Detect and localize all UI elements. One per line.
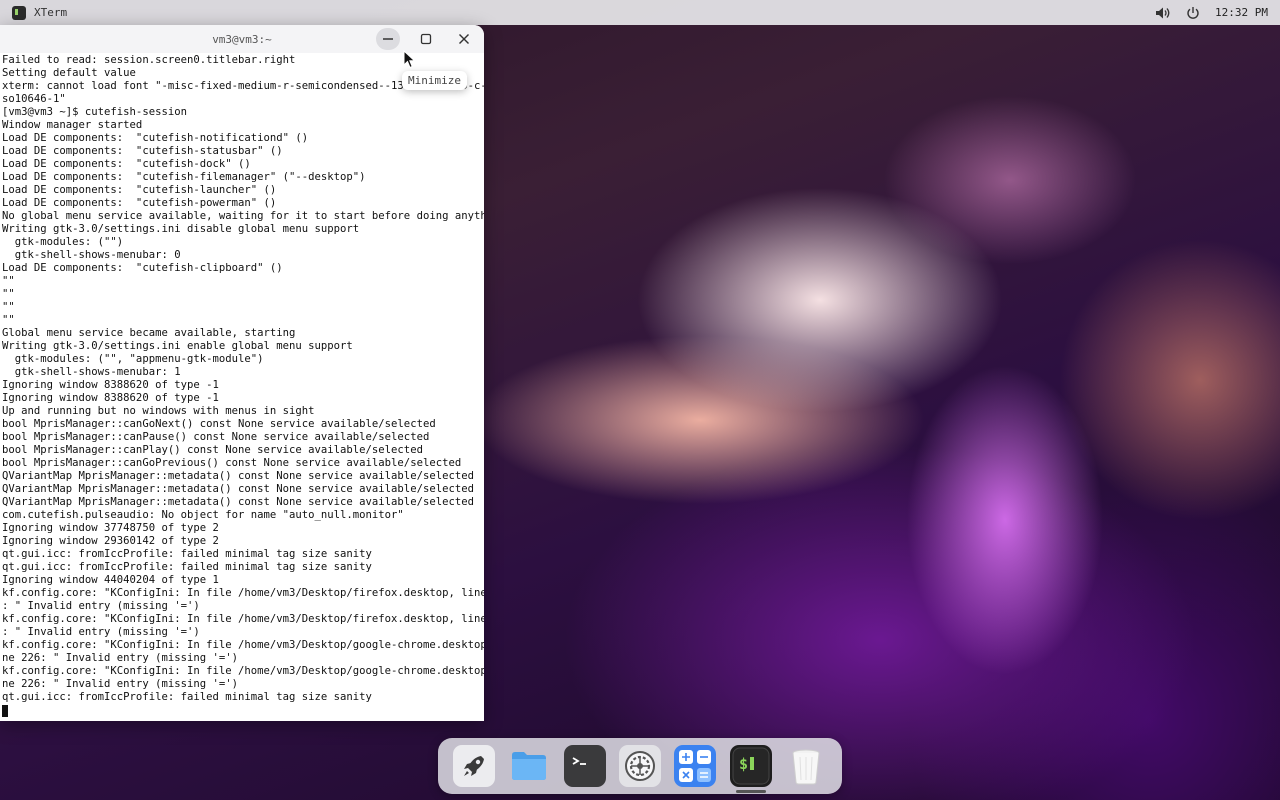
terminal-line: kf.config.core: "KConfigIni: In file /ho… xyxy=(2,613,484,625)
terminal-line: Load DE components: "cutefish-notificati… xyxy=(2,132,309,144)
terminal-line: ne 226: " Invalid entry (missing '=') xyxy=(2,678,238,690)
terminal-line: : " Invalid entry (missing '=') xyxy=(2,600,200,612)
terminal-icon xyxy=(563,745,606,787)
xterm-icon: $ xyxy=(729,745,772,787)
terminal-line: Ignoring window 44040204 of type 1 xyxy=(2,574,219,586)
terminal-line: Ignoring window 29360142 of type 2 xyxy=(2,535,219,547)
terminal-line: gtk-modules: ("") xyxy=(2,236,124,248)
terminal-line: "" xyxy=(2,275,15,287)
terminal-line: gtk-shell-shows-menubar: 1 xyxy=(2,366,181,378)
terminal-line: "" xyxy=(2,314,15,326)
minimize-icon xyxy=(383,38,393,40)
close-icon xyxy=(459,34,469,44)
window-controls xyxy=(376,28,476,50)
terminal-line: bool MprisManager::canPause() const None… xyxy=(2,431,430,443)
dock-item-settings[interactable] xyxy=(618,745,661,787)
terminal-line: QVariantMap MprisManager::metadata() con… xyxy=(2,483,474,495)
svg-text:$: $ xyxy=(739,755,748,773)
window-title: vm3@vm3:~ xyxy=(212,32,272,46)
terminal-line: gtk-shell-shows-menubar: 0 xyxy=(2,249,181,261)
close-button[interactable] xyxy=(452,28,476,50)
terminal-line: QVariantMap MprisManager::metadata() con… xyxy=(2,470,474,482)
top-panel: XTerm 12:32 PM xyxy=(0,0,1280,25)
minimize-tooltip: Minimize xyxy=(402,71,467,90)
files-icon xyxy=(512,752,547,780)
dock-item-xterm[interactable]: $ xyxy=(729,745,772,793)
terminal-output[interactable]: Failed to read: session.screen0.titlebar… xyxy=(0,54,484,721)
terminal-line: : " Invalid entry (missing '=') xyxy=(2,626,200,638)
terminal-line: Load DE components: "cutefish-dock" () xyxy=(2,158,251,170)
terminal-line: QVariantMap MprisManager::metadata() con… xyxy=(2,496,474,508)
dock-item-calculator[interactable] xyxy=(674,745,717,787)
terminal-line: Ignoring window 8388620 of type -1 xyxy=(2,379,219,391)
dock-item-launcher[interactable] xyxy=(452,745,495,787)
terminal-line: Load DE components: "cutefish-filemanage… xyxy=(2,171,366,183)
terminal-line: Load DE components: "cutefish-statusbar"… xyxy=(2,145,283,157)
dock-item-terminal[interactable] xyxy=(563,745,606,787)
system-tray: 12:32 PM xyxy=(1155,5,1268,21)
active-app-name: XTerm xyxy=(34,6,68,19)
terminal-line: ne 226: " Invalid entry (missing '=') xyxy=(2,652,238,664)
terminal-line: Writing gtk-3.0/settings.ini disable glo… xyxy=(2,223,360,235)
terminal-line: No global menu service available, waitin… xyxy=(2,210,484,222)
xterm-window[interactable]: vm3@vm3:~ Failed to read: session.screen… xyxy=(0,25,484,721)
terminal-line: qt.gui.icc: fromIccProfile: failed minim… xyxy=(2,561,372,573)
terminal-line: "" xyxy=(2,288,15,300)
maximize-icon xyxy=(420,33,432,45)
terminal-line: Up and running but no windows with menus… xyxy=(2,405,315,417)
terminal-line: Load DE components: "cutefish-powerman" … xyxy=(2,197,277,209)
terminal-line: bool MprisManager::canPlay() const None … xyxy=(2,444,423,456)
terminal-line: Window manager started xyxy=(2,119,143,131)
settings-icon xyxy=(618,745,661,787)
calculator-icon xyxy=(674,745,717,787)
window-titlebar[interactable]: vm3@vm3:~ xyxy=(0,25,484,53)
terminal-line: gtk-modules: ("", "appmenu-gtk-module") xyxy=(2,353,264,365)
terminal-line: Ignoring window 8388620 of type -1 xyxy=(2,392,219,404)
terminal-line: [vm3@vm3 ~]$ cutefish-session xyxy=(2,106,187,118)
terminal-line: Load DE components: "cutefish-clipboard"… xyxy=(2,262,283,274)
volume-icon[interactable] xyxy=(1155,5,1171,21)
terminal-line: kf.config.core: "KConfigIni: In file /ho… xyxy=(2,639,484,651)
clock[interactable]: 12:32 PM xyxy=(1215,6,1268,19)
power-icon[interactable] xyxy=(1185,5,1201,21)
terminal-line: kf.config.core: "KConfigIni: In file /ho… xyxy=(2,665,484,677)
terminal-line: Ignoring window 37748750 of type 2 xyxy=(2,522,219,534)
terminal-line: bool MprisManager::canGoPrevious() const… xyxy=(2,457,462,469)
terminal-line: Load DE components: "cutefish-launcher" … xyxy=(2,184,277,196)
dock-item-files[interactable] xyxy=(508,745,550,787)
dock: $ xyxy=(438,738,842,794)
xterm-icon xyxy=(12,5,26,20)
terminal-line: qt.gui.icc: fromIccProfile: failed minim… xyxy=(2,691,372,703)
terminal-line: "" xyxy=(2,301,15,313)
active-app[interactable]: XTerm xyxy=(12,5,68,20)
terminal-cursor xyxy=(2,705,8,717)
terminal-line: Writing gtk-3.0/settings.ini enable glob… xyxy=(2,340,353,352)
terminal-line: kf.config.core: "KConfigIni: In file /ho… xyxy=(2,587,484,599)
terminal-line: com.cutefish.pulseaudio: No object for n… xyxy=(2,509,404,521)
terminal-line: Global menu service became available, st… xyxy=(2,327,296,339)
terminal-line: qt.gui.icc: fromIccProfile: failed minim… xyxy=(2,548,372,560)
terminal-line: so10646-1" xyxy=(2,93,66,105)
terminal-prompt-line[interactable] xyxy=(2,704,484,717)
maximize-button[interactable] xyxy=(414,28,438,50)
minimize-button[interactable] xyxy=(376,28,400,50)
launcher-icon xyxy=(452,745,495,787)
trash-icon xyxy=(792,749,820,785)
dock-active-indicator xyxy=(735,790,766,793)
dock-item-trash[interactable] xyxy=(785,745,827,787)
mouse-pointer-icon xyxy=(403,50,416,69)
terminal-line: bool MprisManager::canGoNext() const Non… xyxy=(2,418,436,430)
